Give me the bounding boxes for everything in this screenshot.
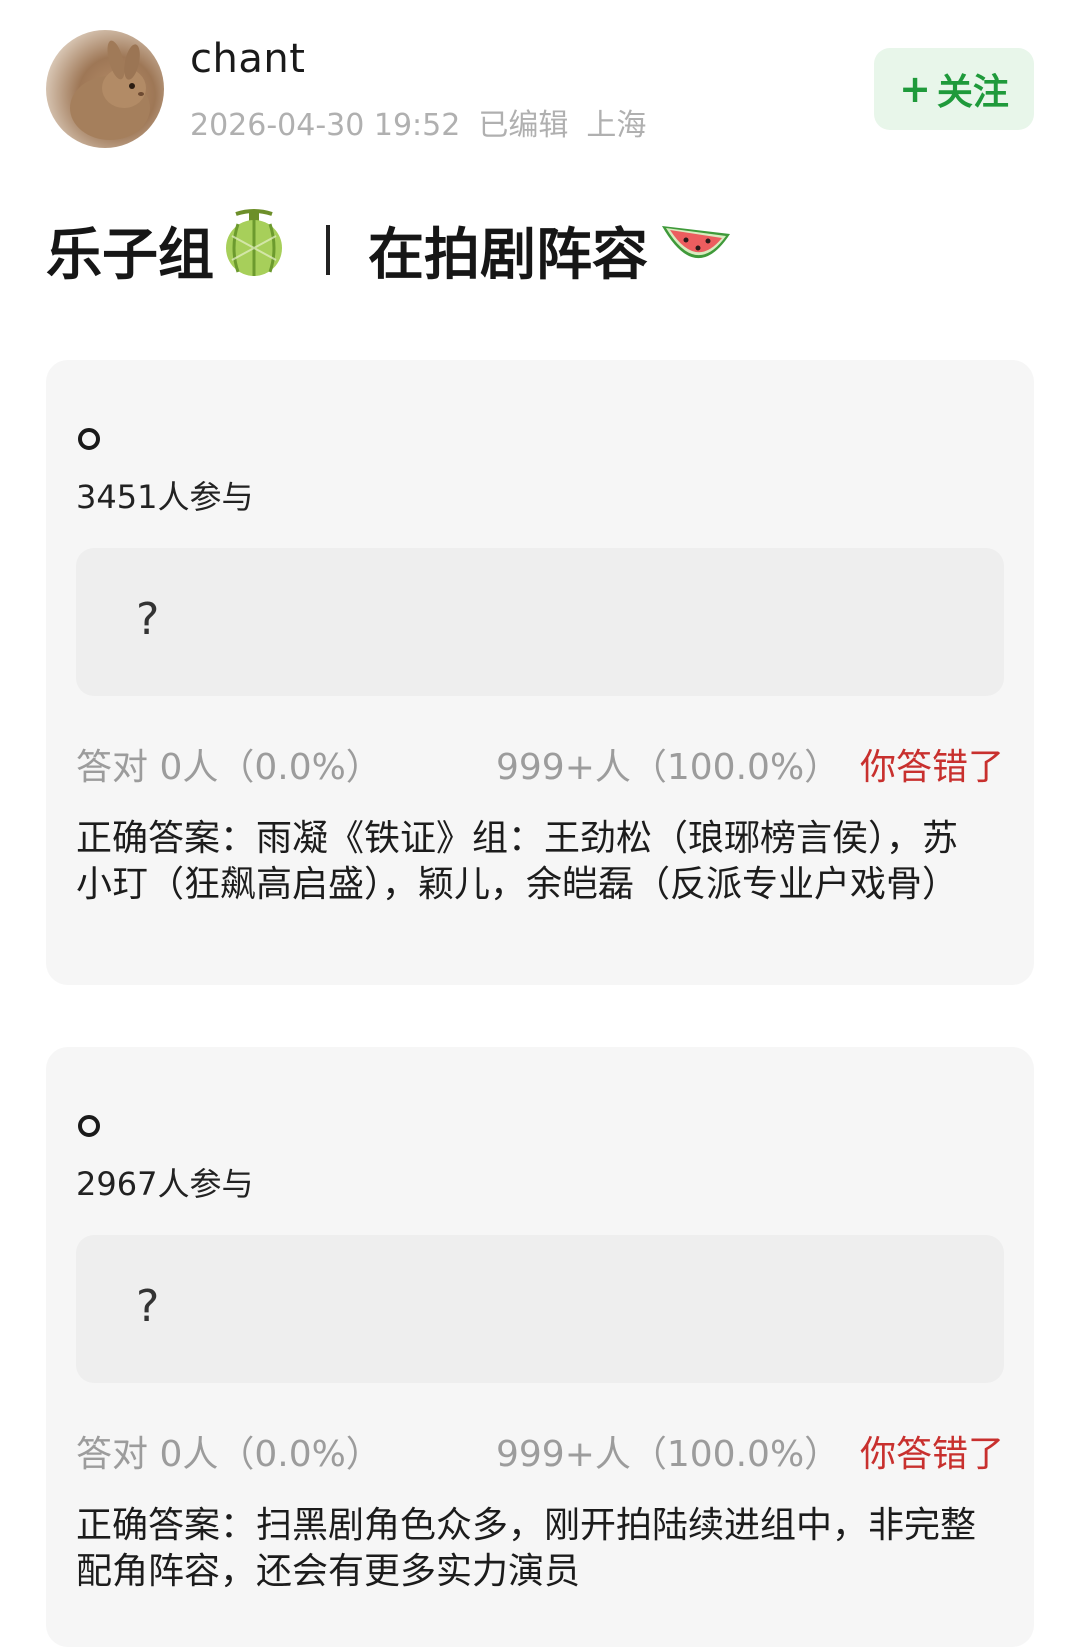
quiz-card-2: 2967人参与 ? 答对 0人（0.0%） 999+人（100.0%） 你答错了… — [46, 1047, 1034, 1647]
answer-placeholder: ? — [136, 1281, 160, 1332]
post-title: 乐子组 在拍剧阵容 — [46, 208, 734, 292]
post-location: 上海 — [586, 108, 647, 143]
title-left: 乐子组 — [46, 222, 214, 288]
wrong-stat: 999+人（100.0%） — [496, 1434, 841, 1475]
watermelon-icon — [656, 208, 734, 292]
answer-option[interactable]: ? — [76, 548, 1004, 696]
follow-label: 关注 — [936, 72, 1009, 113]
title-right: 在拍剧阵容 — [368, 222, 648, 288]
username[interactable]: chant — [190, 36, 305, 82]
verdict-label: 你答错了 — [859, 1434, 1004, 1475]
wrong-stat: 999+人（100.0%） — [496, 747, 841, 788]
post-timestamp: 2026-04-30 19:52 — [190, 108, 461, 143]
answer-stats: 答对 0人（0.0%） 999+人（100.0%） 你答错了 — [76, 1425, 1004, 1475]
answer-option[interactable]: ? — [76, 1235, 1004, 1383]
quiz-card-1: 3451人参与 ? 答对 0人（0.0%） 999+人（100.0%） 你答错了… — [46, 360, 1034, 985]
plus-icon: + — [899, 67, 931, 111]
verdict-label: 你答错了 — [859, 747, 1004, 788]
correct-answer-text: 正确答案：雨凝《铁证》组：王劲松（琅琊榜言侯），苏小玎（狂飙高启盛），颖儿，余皑… — [76, 818, 959, 905]
bullet-dot — [78, 428, 100, 450]
correct-answer-text: 正确答案：扫黑剧角色众多，刚开拍陆续进组中，非完整配角阵容，还会有更多实力演员 — [76, 1505, 977, 1592]
post-header: chant 2026-04-30 19:52 已编辑 上海 + 关注 — [46, 30, 1034, 150]
participant-count: 2967人参与 — [76, 1165, 254, 1203]
avatar[interactable] — [46, 30, 164, 148]
correct-stat: 答对 0人（0.0%） — [76, 1434, 382, 1475]
follow-button[interactable]: + 关注 — [874, 48, 1034, 130]
participant-count: 3451人参与 — [76, 478, 254, 516]
melon-icon — [222, 208, 286, 292]
bullet-dot — [78, 1115, 100, 1137]
rabbit-avatar-icon — [70, 40, 150, 140]
correct-stat: 答对 0人（0.0%） — [76, 747, 382, 788]
title-separator — [326, 225, 330, 275]
post-meta: 2026-04-30 19:52 已编辑 上海 — [190, 100, 664, 144]
answer-placeholder: ? — [136, 594, 160, 645]
answer-stats: 答对 0人（0.0%） 999+人（100.0%） 你答错了 — [76, 738, 1004, 788]
edited-label: 已编辑 — [478, 108, 569, 143]
